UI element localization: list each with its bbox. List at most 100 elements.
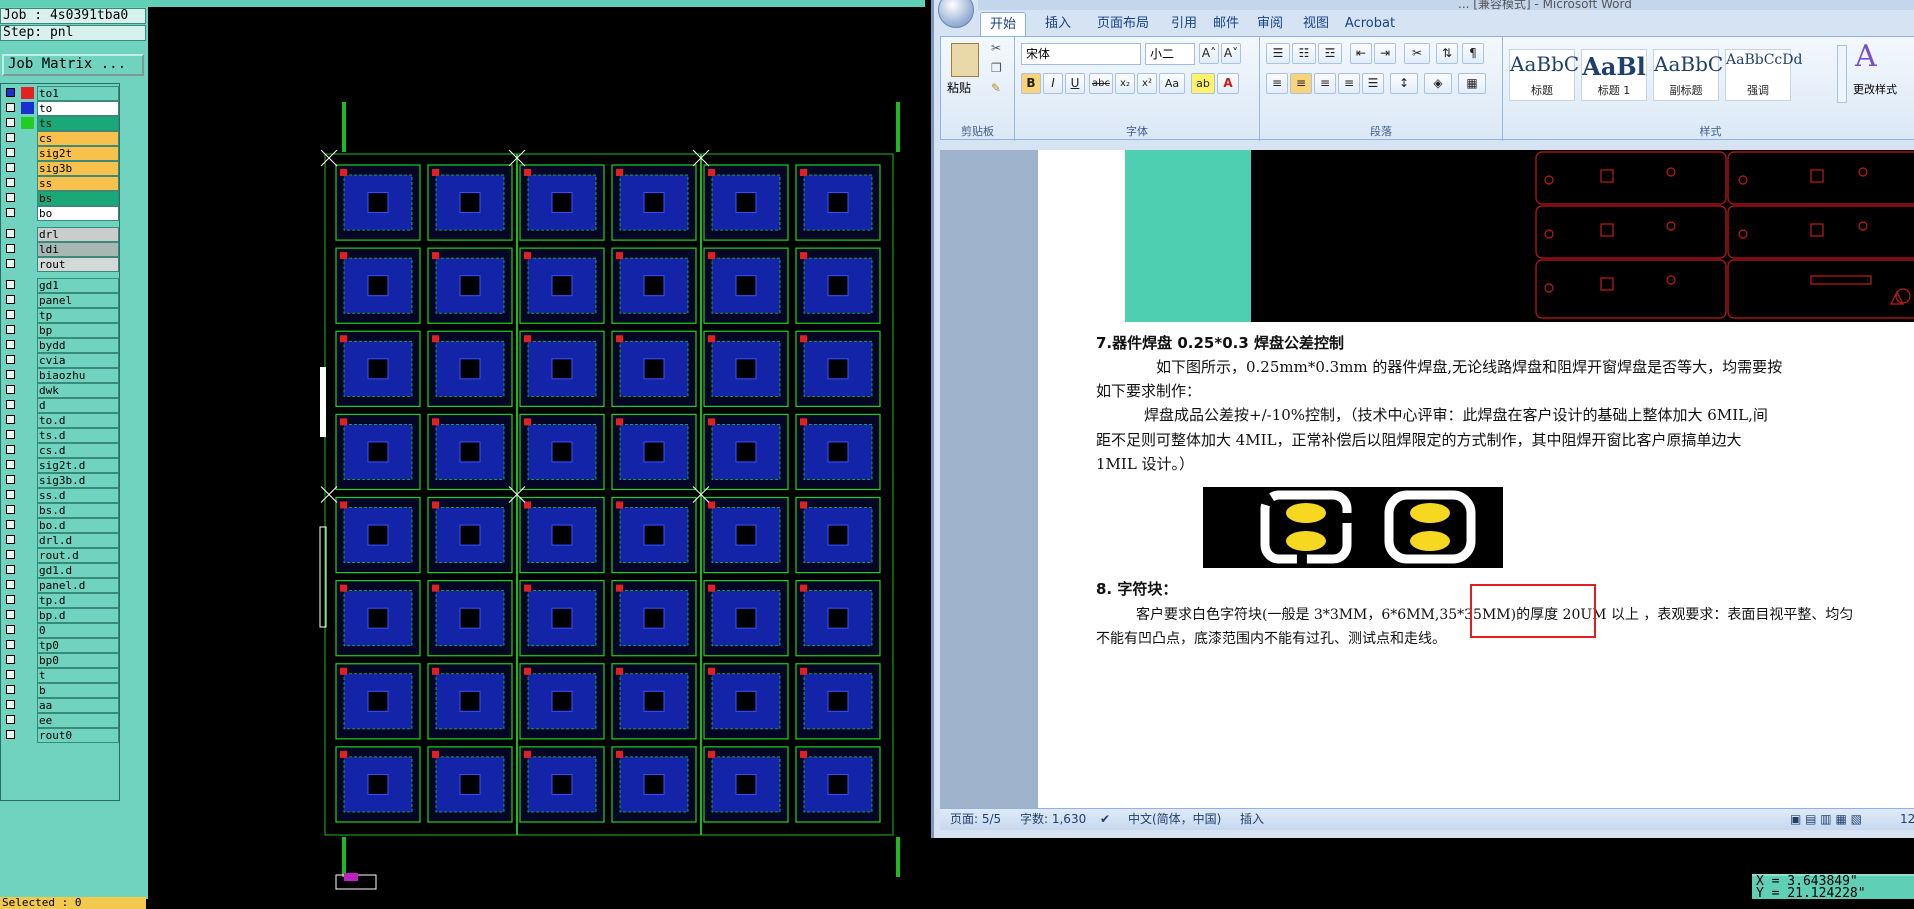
tab-6[interactable]: 视图 — [1298, 12, 1334, 36]
layer-checkbox[interactable] — [6, 400, 15, 409]
layer-name[interactable]: bs — [37, 191, 119, 206]
layer-name[interactable]: drl — [37, 227, 119, 242]
shrink-font-icon[interactable]: A˅ — [1221, 43, 1241, 64]
align-center-icon[interactable]: ≡ — [1290, 73, 1312, 94]
insert-mode[interactable]: 插入 — [1240, 809, 1264, 830]
paste-icon[interactable] — [951, 43, 979, 77]
shading-icon[interactable]: ◈ — [1424, 73, 1452, 94]
show-marks-icon[interactable]: ¶ — [1462, 43, 1484, 64]
layer-row[interactable]: cs.d — [3, 443, 119, 458]
layer-checkbox[interactable] — [6, 610, 15, 619]
align-right-icon[interactable]: ≡ — [1314, 73, 1336, 94]
grow-font-icon[interactable]: A˄ — [1199, 43, 1219, 64]
layer-checkbox[interactable] — [6, 88, 15, 97]
layer-row[interactable]: sig3b — [3, 161, 119, 176]
layer-name[interactable]: rout0 — [37, 728, 119, 743]
layer-checkbox[interactable] — [6, 700, 15, 709]
layer-row[interactable]: bo.d — [3, 518, 119, 533]
layer-row[interactable]: gd1.d — [3, 563, 119, 578]
line-spacing-icon[interactable]: ↕ — [1390, 73, 1418, 94]
layer-name[interactable]: gd1.d — [37, 563, 119, 578]
layer-name[interactable]: bp0 — [37, 653, 119, 668]
layer-row[interactable]: to1 — [3, 86, 119, 101]
layer-checkbox[interactable] — [6, 229, 15, 238]
layer-checkbox[interactable] — [6, 535, 15, 544]
highlight-icon[interactable]: ab — [1191, 73, 1215, 94]
layer-checkbox[interactable] — [6, 148, 15, 157]
layer-row[interactable]: cvia — [3, 353, 119, 368]
layer-checkbox[interactable] — [6, 259, 15, 268]
multilevel-icon[interactable]: ☲ — [1318, 43, 1342, 64]
layer-row[interactable]: panel.d — [3, 578, 119, 593]
layer-name[interactable]: ts.d — [37, 428, 119, 443]
copy-icon[interactable]: ❐ — [991, 61, 1002, 75]
page-count[interactable]: 页面: 5/5 — [950, 809, 1001, 830]
layer-row[interactable]: drl — [3, 227, 119, 242]
layer-checkbox[interactable] — [6, 325, 15, 334]
layer-row[interactable]: bydd — [3, 338, 119, 353]
font-color-icon[interactable]: A — [1217, 73, 1239, 94]
layer-name[interactable]: d — [37, 398, 119, 413]
borders-icon[interactable]: ▦ — [1458, 73, 1486, 94]
layer-checkbox[interactable] — [6, 430, 15, 439]
superscript-icon[interactable]: x² — [1137, 73, 1157, 94]
layer-row[interactable]: ldi — [3, 242, 119, 257]
tab-4[interactable]: 邮件 — [1208, 12, 1244, 36]
layer-name[interactable]: aa — [37, 698, 119, 713]
layer-name[interactable]: sig3b — [37, 161, 119, 176]
layer-checkbox[interactable] — [6, 550, 15, 559]
style-item[interactable]: AaBbC 标题 — [1509, 49, 1579, 101]
layer-row[interactable]: tp — [3, 308, 119, 323]
layer-name[interactable]: dwk — [37, 383, 119, 398]
layer-checkbox[interactable] — [6, 445, 15, 454]
layer-checkbox[interactable] — [6, 244, 15, 253]
layer-name[interactable]: rout — [37, 257, 119, 272]
layer-name[interactable]: tp — [37, 308, 119, 323]
layer-row[interactable]: biaozhu — [3, 368, 119, 383]
bold-icon[interactable]: B — [1021, 73, 1041, 94]
layer-name[interactable]: biaozhu — [37, 368, 119, 383]
layer-row[interactable]: sig2t — [3, 146, 119, 161]
layer-row[interactable]: 0 — [3, 623, 119, 638]
chinese-layout-icon[interactable]: ✂ — [1404, 43, 1430, 64]
underline-icon[interactable]: U — [1065, 73, 1085, 94]
layer-checkbox[interactable] — [6, 385, 15, 394]
layer-checkbox[interactable] — [6, 625, 15, 634]
layer-name[interactable]: panel.d — [37, 578, 119, 593]
layer-row[interactable]: ts.d — [3, 428, 119, 443]
layer-name[interactable]: panel — [37, 293, 119, 308]
layer-row[interactable]: ss.d — [3, 488, 119, 503]
layer-row[interactable]: bo — [3, 206, 119, 221]
italic-icon[interactable]: I — [1043, 73, 1063, 94]
layer-checkbox[interactable] — [6, 103, 15, 112]
layer-checkbox[interactable] — [6, 295, 15, 304]
paste-button[interactable]: 粘贴 — [947, 79, 971, 96]
layer-name[interactable]: sig2t.d — [37, 458, 119, 473]
style-item[interactable]: AaBl 标题 1 — [1581, 49, 1647, 101]
gallery-scroll[interactable] — [1837, 45, 1847, 103]
layer-row[interactable]: cs — [3, 131, 119, 146]
layer-checkbox[interactable] — [6, 133, 15, 142]
layer-row[interactable]: rout — [3, 257, 119, 272]
layer-name[interactable]: bydd — [37, 338, 119, 353]
layer-row[interactable]: tp0 — [3, 638, 119, 653]
format-painter-icon[interactable]: ✎ — [991, 81, 1001, 95]
strikethrough-icon[interactable]: abc — [1089, 73, 1113, 94]
layer-checkbox[interactable] — [6, 685, 15, 694]
layer-name[interactable]: bo — [37, 206, 119, 221]
layer-row[interactable]: panel — [3, 293, 119, 308]
layer-row[interactable]: bp.d — [3, 608, 119, 623]
layer-row[interactable]: rout.d — [3, 548, 119, 563]
layer-checkbox[interactable] — [6, 163, 15, 172]
pcb-panel-drawing[interactable] — [148, 7, 925, 899]
layer-row[interactable]: bp — [3, 323, 119, 338]
style-item[interactable]: AaBbCcDd 强调 — [1725, 49, 1802, 101]
tab-7[interactable]: Acrobat — [1340, 12, 1400, 36]
bullets-icon[interactable]: ☰ — [1266, 43, 1290, 64]
layer-row[interactable]: ts — [3, 116, 119, 131]
change-case-icon[interactable]: Aa — [1159, 73, 1185, 94]
view-buttons-icon[interactable]: ▣ ▤ ▥ ▦ ▧ — [1790, 809, 1862, 830]
layer-checkbox[interactable] — [6, 655, 15, 664]
tab-1[interactable]: 插入 — [1036, 12, 1080, 36]
layer-name[interactable]: t — [37, 668, 119, 683]
